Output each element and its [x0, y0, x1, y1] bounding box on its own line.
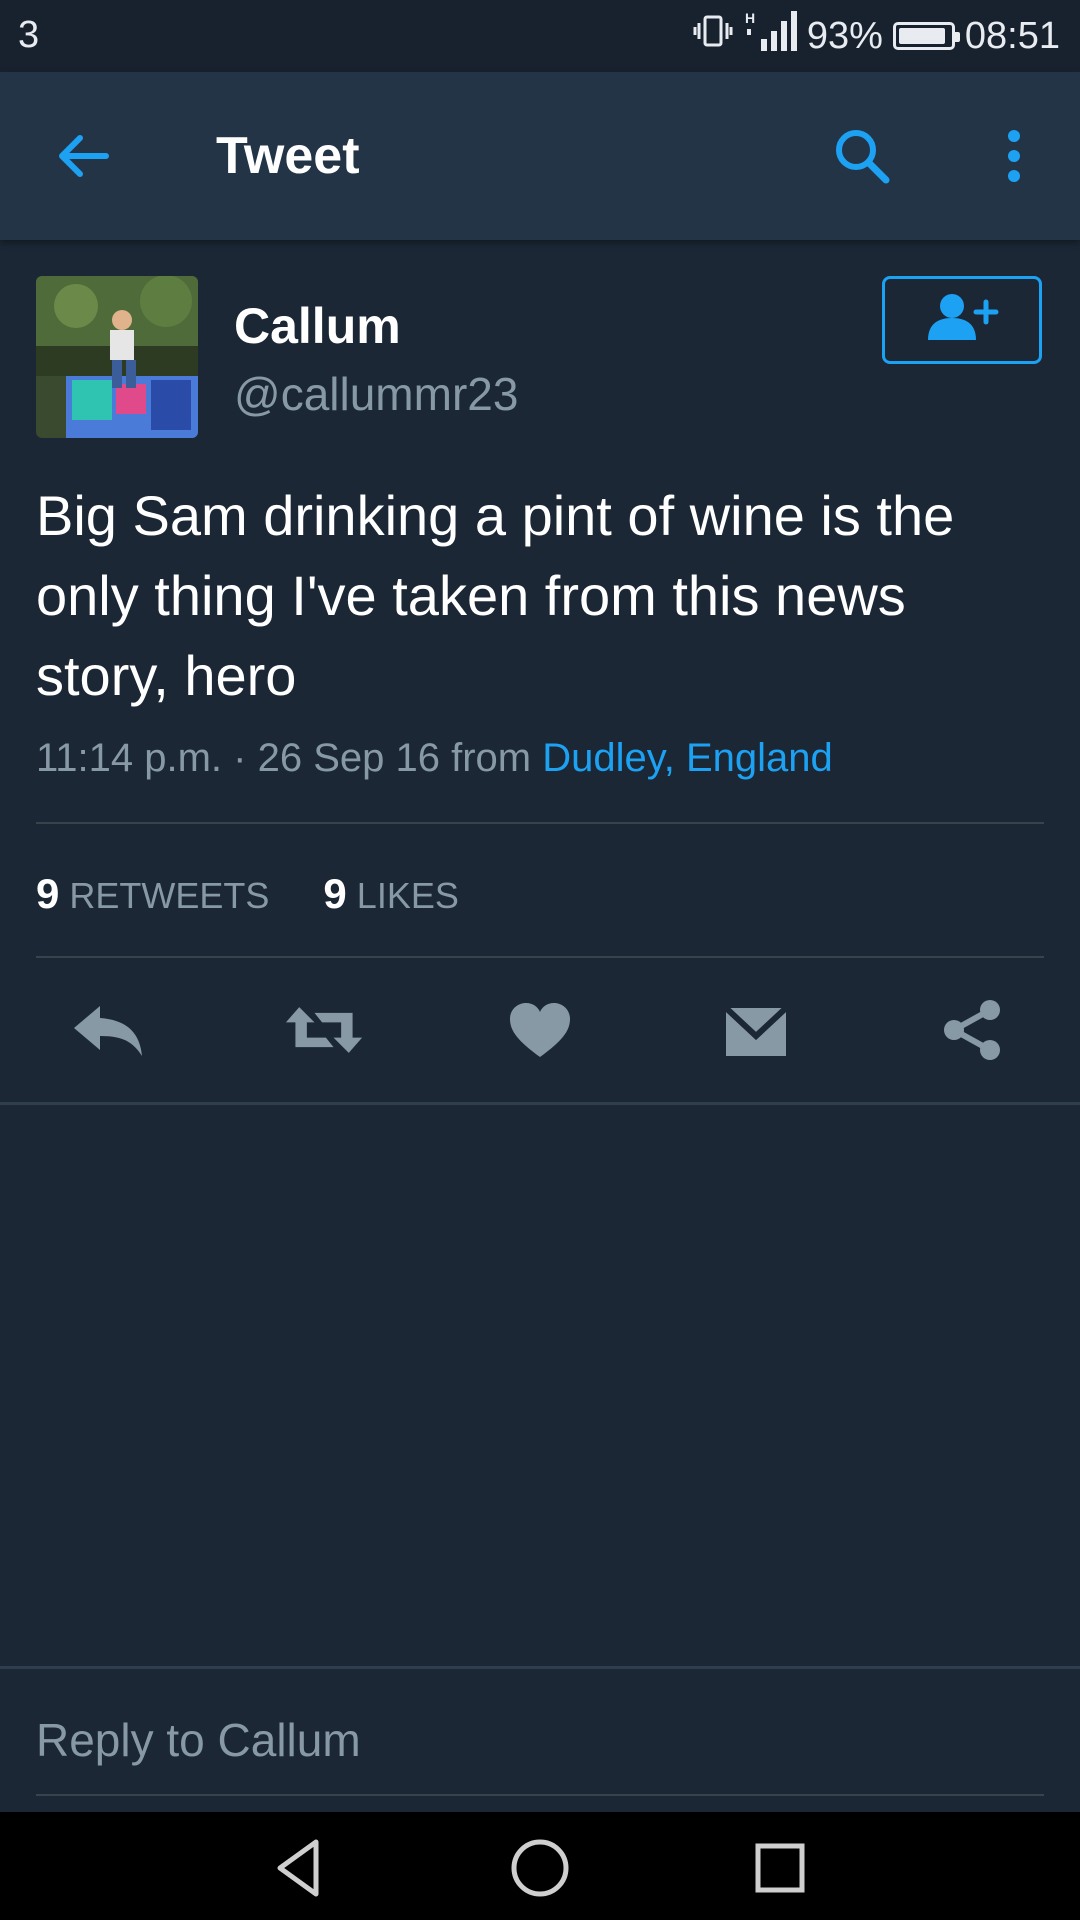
nav-back-icon[interactable] — [268, 1836, 332, 1900]
add-user-icon — [922, 290, 1002, 351]
author-name[interactable]: Callum — [234, 296, 401, 356]
retweets-count: 9 — [36, 870, 60, 917]
search-icon[interactable] — [830, 124, 894, 188]
like-icon[interactable] — [500, 990, 580, 1070]
tweet-timestamp: 11:14 p.m. · 26 Sep 16 — [36, 736, 440, 780]
likes-stat[interactable]: 9 LIKES — [323, 870, 459, 917]
vibrate-icon — [693, 11, 733, 61]
more-vert-icon[interactable] — [990, 124, 1038, 188]
author-handle[interactable]: @callummr23 — [234, 366, 518, 422]
tweet-meta: 11:14 p.m. · 26 Sep 16 from Dudley, Engl… — [36, 730, 833, 786]
share-icon[interactable] — [932, 990, 1012, 1070]
app-bar: Tweet — [0, 72, 1080, 240]
retweets-label: RETWEETS — [69, 875, 270, 916]
retweets-stat[interactable]: 9 RETWEETS — [36, 870, 279, 917]
reply-icon[interactable] — [68, 990, 148, 1070]
back-arrow-icon[interactable] — [52, 124, 116, 188]
battery-fill — [898, 28, 946, 44]
tweet-text: Big Sam drinking a pint of wine is the o… — [36, 484, 955, 707]
reply-underline — [36, 1794, 1044, 1796]
page-title: Tweet — [216, 127, 360, 185]
battery-percent: 93% — [806, 14, 883, 57]
clock: 08:51 — [964, 14, 1060, 57]
reply-divider — [0, 1666, 1080, 1669]
tweet-stats: 9 RETWEETS 9 LIKES — [36, 866, 459, 924]
status-bar: 3 H 93% 08:51 — [0, 0, 1080, 72]
tweet-location-link[interactable]: Dudley, England — [542, 736, 833, 780]
avatar[interactable] — [36, 276, 198, 438]
divider — [36, 956, 1044, 958]
likes-label: LIKES — [356, 875, 459, 916]
nav-recents-icon[interactable] — [748, 1836, 812, 1900]
signal-h-icon: H — [743, 9, 797, 63]
direct-message-icon[interactable] — [716, 990, 796, 1070]
system-nav-bar — [0, 1812, 1080, 1920]
reply-input[interactable]: Reply to Callum — [36, 1710, 361, 1770]
follow-button[interactable] — [882, 276, 1042, 364]
svg-text:H: H — [745, 10, 755, 26]
notification-count: 3 — [18, 14, 40, 56]
battery-icon — [892, 22, 960, 50]
divider — [36, 822, 1044, 824]
status-icons: H 93% 08:51 — [693, 9, 1060, 63]
likes-count: 9 — [323, 870, 347, 917]
tweet-actions — [0, 990, 1080, 1070]
from-label: from — [451, 736, 532, 780]
section-divider — [0, 1102, 1080, 1105]
nav-home-icon[interactable] — [508, 1836, 572, 1900]
retweet-icon[interactable] — [284, 990, 364, 1070]
